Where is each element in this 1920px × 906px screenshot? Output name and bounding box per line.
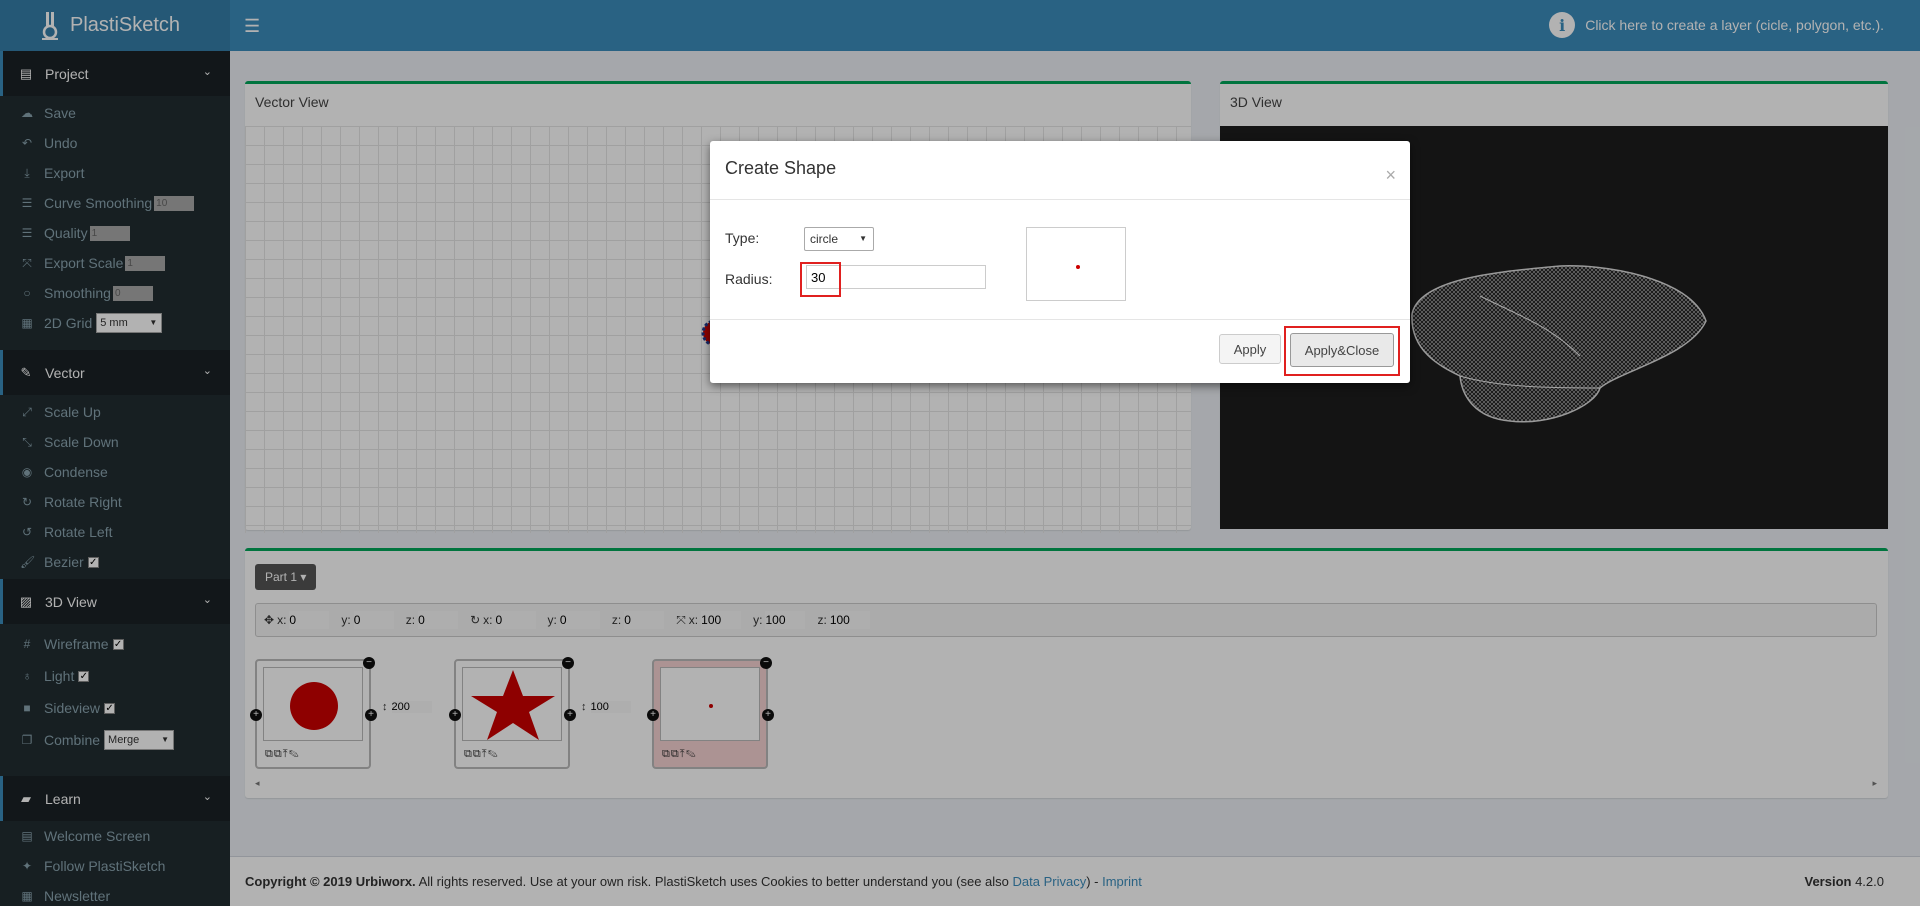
- divider: [710, 319, 1410, 320]
- shape-preview: [1026, 227, 1126, 301]
- apply-button[interactable]: Apply: [1219, 334, 1281, 364]
- create-shape-dialog: Create Shape × Type: circle Radius: Appl…: [710, 141, 1410, 383]
- close-icon[interactable]: ×: [1385, 165, 1396, 186]
- divider: [710, 199, 1410, 200]
- modal-backdrop[interactable]: [0, 0, 1920, 906]
- type-label: Type:: [725, 230, 760, 246]
- shape-type-select[interactable]: circle: [804, 227, 874, 251]
- preview-dot: [1076, 265, 1080, 269]
- radius-highlight: [800, 262, 841, 297]
- radius-label: Radius:: [725, 271, 773, 287]
- apply-close-button[interactable]: Apply&Close: [1290, 333, 1394, 367]
- dialog-title: Create Shape: [725, 158, 837, 178]
